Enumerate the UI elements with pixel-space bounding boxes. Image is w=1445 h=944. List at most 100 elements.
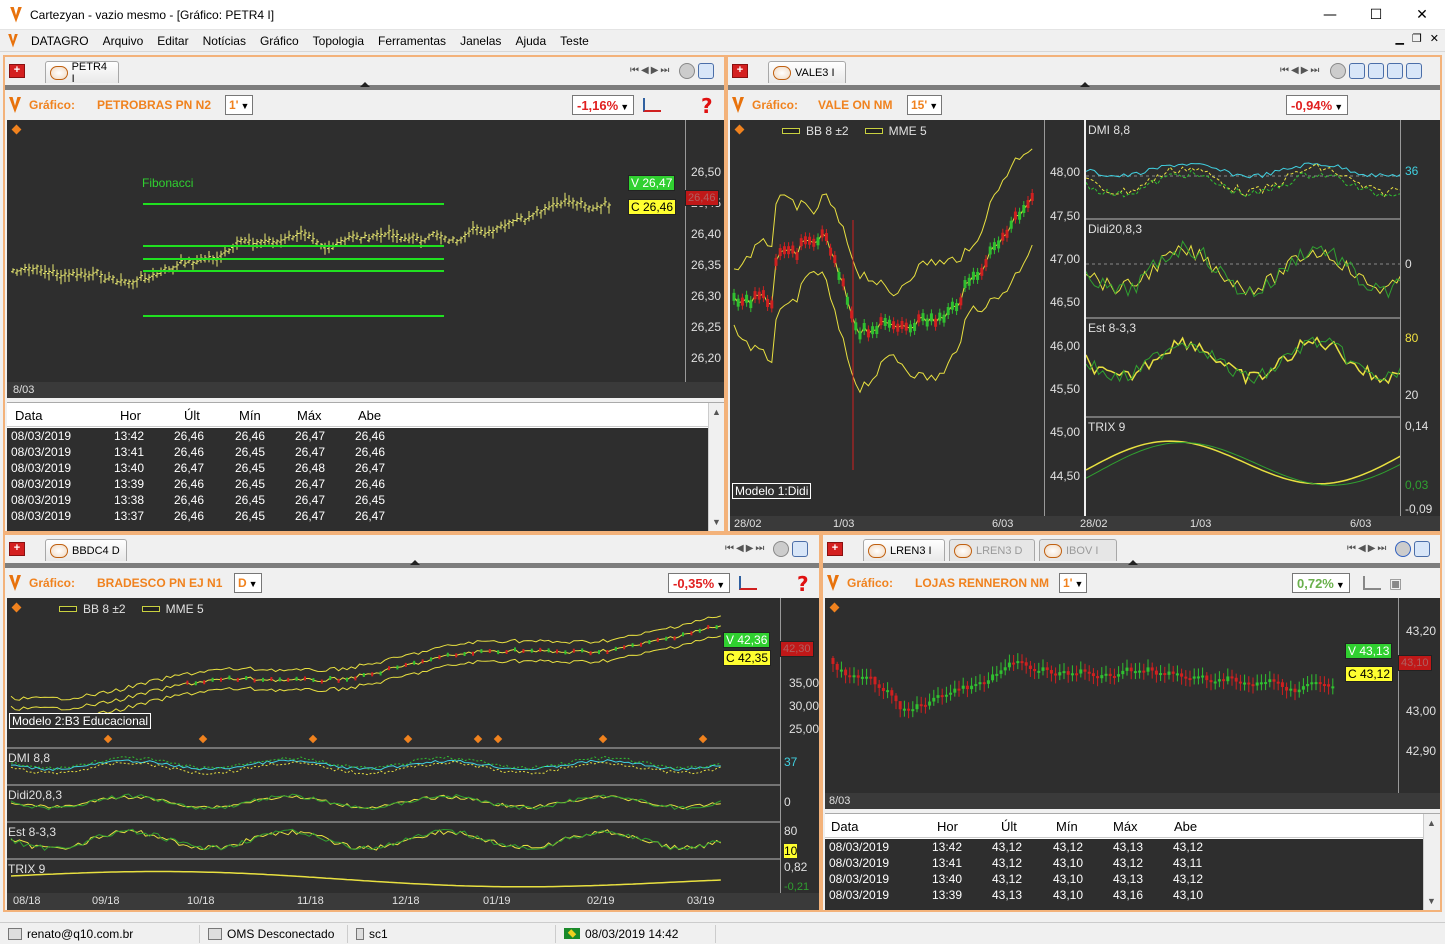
play-icon[interactable] <box>1395 541 1411 557</box>
play-icon[interactable] <box>1330 63 1346 79</box>
trix-line <box>1086 440 1400 485</box>
candle-body <box>698 628 701 633</box>
tab-ibov-i[interactable]: IBOV I <box>1039 539 1117 561</box>
col-data[interactable]: Data <box>831 819 858 834</box>
table-row[interactable]: 08/03/2019 13:42 26,46 26,46 26,47 26,46 <box>7 428 708 444</box>
period-select[interactable]: 1' ▼ <box>1059 573 1088 593</box>
col-min[interactable]: Mín <box>239 408 261 423</box>
col-abe[interactable]: Abe <box>358 408 381 423</box>
minimize-button[interactable]: — <box>1307 0 1353 30</box>
change-dropdown[interactable]: -0,94% ▼ <box>1286 95 1349 115</box>
price-chart[interactable] <box>825 598 1398 793</box>
table-row[interactable]: 08/03/2019 13:38 26,46 26,45 26,47 26,45 <box>7 492 708 508</box>
indicator-stack[interactable]: DMI 8,8 Didi20,8,3 Est 8-3,3 TRIX 9 <box>1086 120 1400 516</box>
layout-icon[interactable] <box>1406 63 1422 79</box>
col-ult[interactable]: Últ <box>1001 819 1017 834</box>
price-chart[interactable]: BB 8 ±2 MME 5 Modelo 1:Didi <box>730 120 1044 516</box>
table-scrollbar[interactable]: ▲ ▼ <box>708 403 724 531</box>
period-select[interactable]: 1' ▼ <box>225 95 254 115</box>
navigation-controls[interactable]: ⏮◀▶⏭ <box>1347 543 1388 554</box>
candle-body <box>803 236 807 245</box>
table-row[interactable]: 08/03/2019 13:41 26,46 26,45 26,47 26,46 <box>7 444 708 460</box>
menu-arquivo[interactable]: Arquivo <box>96 34 151 48</box>
help-icon[interactable]: ▣ <box>1389 576 1407 598</box>
menu-grafico[interactable]: Gráfico <box>253 34 306 48</box>
didi-line-1 <box>10 794 721 810</box>
fit-icon[interactable] <box>1414 541 1430 557</box>
table-scrollbar[interactable]: ▲ ▼ <box>1423 814 1440 910</box>
col-data[interactable]: Data <box>15 408 42 423</box>
table-row[interactable]: 08/03/2019 13:42 43,12 43,12 43,13 43,12 <box>825 839 1423 855</box>
tab-vale3[interactable]: VALE3 I <box>768 61 846 83</box>
menu-teste[interactable]: Teste <box>553 34 596 48</box>
change-dropdown[interactable]: -0,35% ▼ <box>668 573 731 593</box>
fit-icon[interactable] <box>698 63 714 79</box>
change-dropdown[interactable]: 0,72% ▼ <box>1292 573 1350 593</box>
table-cell: 43,12 <box>992 856 1023 870</box>
play-icon[interactable] <box>773 541 789 557</box>
price-chart[interactable]: Fibonacci <box>7 120 685 382</box>
tab-petr4[interactable]: PETR4 I <box>45 61 119 85</box>
period-select[interactable]: 15' ▼ <box>907 95 943 115</box>
fit-icon[interactable] <box>1349 63 1365 79</box>
chart-settings-icon[interactable] <box>643 98 661 112</box>
col-abe[interactable]: Abe <box>1174 819 1197 834</box>
table-row[interactable]: 08/03/2019 13:40 26,47 26,45 26,48 26,47 <box>7 460 708 476</box>
menu-app-icon[interactable] <box>8 33 18 48</box>
mdi-close-icon[interactable]: ✕ <box>1430 32 1439 45</box>
candle-body <box>865 676 869 679</box>
menu-ajuda[interactable]: Ajuda <box>508 34 553 48</box>
candle-body <box>928 701 932 706</box>
change-dropdown[interactable]: -1,16% ▼ <box>572 95 635 115</box>
table-row[interactable]: 08/03/2019 13:39 43,13 43,10 43,16 43,10 <box>825 887 1423 903</box>
table-row[interactable]: 08/03/2019 13:37 26,46 26,45 26,47 26,47 <box>7 508 708 524</box>
table-row[interactable]: 08/03/2019 13:41 43,12 43,10 43,12 43,11 <box>825 855 1423 871</box>
table-row[interactable]: 08/03/2019 13:39 26,46 26,45 26,47 26,46 <box>7 476 708 492</box>
col-hor[interactable]: Hor <box>120 408 141 423</box>
status-oms[interactable]: OMS Desconectado <box>200 924 348 943</box>
add-chart-button[interactable]: + <box>9 64 25 78</box>
col-max[interactable]: Máx <box>1113 819 1138 834</box>
candle-body <box>1001 232 1005 241</box>
y-axis: 43,20 43,00 42,90 <box>1398 598 1440 793</box>
maximize-button[interactable]: ☐ <box>1353 0 1399 30</box>
add-chart-button[interactable]: + <box>732 64 748 78</box>
mdi-minimize-icon[interactable]: ▁ <box>1395 32 1403 45</box>
candle-body <box>877 684 881 688</box>
help-icon[interactable]: ? <box>797 572 815 596</box>
menu-editar[interactable]: Editar <box>150 34 195 48</box>
table-row[interactable]: 08/03/2019 13:40 43,12 43,10 43,13 43,12 <box>825 871 1423 887</box>
menu-noticias[interactable]: Notícias <box>196 34 253 48</box>
candle-body <box>841 278 845 287</box>
play-icon[interactable] <box>679 63 695 79</box>
price-chart[interactable]: BB 8 ±2 MME 5 Modelo 2:B3 Educacional DM… <box>7 598 780 893</box>
menu-janelas[interactable]: Janelas <box>453 34 508 48</box>
close-button[interactable]: ✕ <box>1399 0 1445 30</box>
candle-body <box>766 298 770 307</box>
menu-datagro[interactable]: DATAGRO <box>24 34 96 48</box>
candle-body <box>745 294 749 303</box>
col-max[interactable]: Máx <box>297 408 322 423</box>
mdi-restore-icon[interactable]: ❐ <box>1412 32 1422 45</box>
chart-settings-icon[interactable] <box>739 576 757 590</box>
col-ult[interactable]: Últ <box>184 408 200 423</box>
period-select[interactable]: D ▼ <box>234 573 262 593</box>
col-min[interactable]: Mín <box>1056 819 1078 834</box>
help-icon[interactable]: ? <box>701 94 719 118</box>
fit-icon[interactable] <box>792 541 808 557</box>
menu-topologia[interactable]: Topologia <box>306 34 371 48</box>
navigation-controls[interactable]: ⏮◀▶⏭ <box>1280 65 1321 76</box>
detach-icon[interactable] <box>1368 63 1384 79</box>
navigation-controls[interactable]: ⏮◀▶⏭ <box>630 65 671 76</box>
menu-ferramentas[interactable]: Ferramentas <box>371 34 453 48</box>
table-cell: 26,46 <box>355 429 386 443</box>
col-hor[interactable]: Hor <box>937 819 958 834</box>
navigation-controls[interactable]: ⏮◀▶⏭ <box>725 543 766 554</box>
tab-bbdc4[interactable]: BBDC4 D <box>45 539 127 561</box>
tab-lren3-d[interactable]: LREN3 D <box>949 539 1035 561</box>
save-icon[interactable] <box>1387 63 1403 79</box>
chart-settings-icon[interactable] <box>1363 576 1381 590</box>
add-chart-button[interactable]: + <box>9 542 25 556</box>
add-chart-button[interactable]: + <box>827 542 843 556</box>
tab-lren3-i[interactable]: LREN3 I <box>863 539 945 561</box>
